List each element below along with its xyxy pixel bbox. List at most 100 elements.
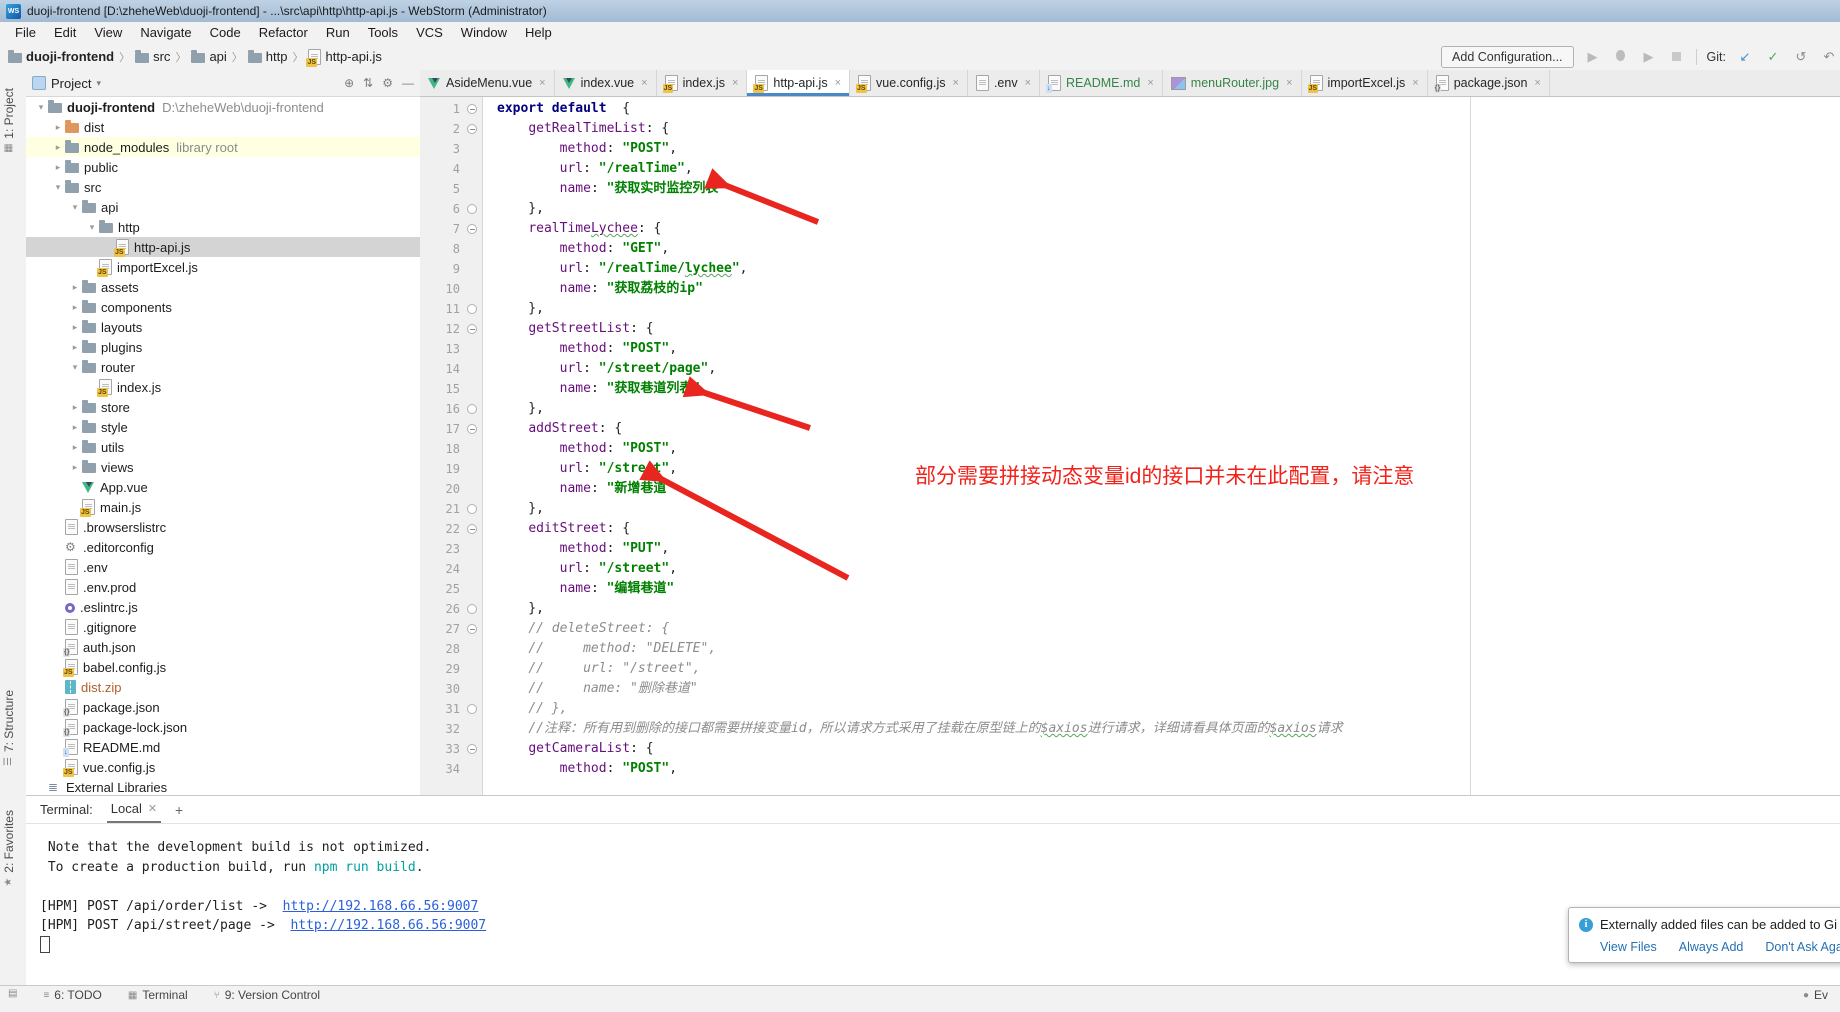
tool-stripe-structure[interactable]: ☰ 7: Structure — [2, 690, 16, 767]
tree-item-external-libraries[interactable]: ≣External Libraries — [26, 777, 420, 796]
notification-action-don-t-ask-agai[interactable]: Don't Ask Agai — [1765, 940, 1840, 954]
toolwindow-switcher-icon[interactable]: ▤ — [8, 988, 17, 999]
tree-chevron-icon[interactable]: ▸ — [68, 282, 82, 293]
tree-item-browserslistrc[interactable]: .browserslistrc — [26, 517, 420, 537]
tool-stripe-favorites[interactable]: ★ 2: Favorites — [2, 810, 16, 888]
tree-item-http-api-js[interactable]: http-api.js — [26, 237, 420, 257]
tree-item-views[interactable]: ▸views — [26, 457, 420, 477]
tree-item-package-json[interactable]: package.json — [26, 697, 420, 717]
event-log-item[interactable]: ● Ev — [1803, 988, 1832, 1002]
tab-close-icon[interactable]: × — [732, 77, 738, 89]
tree-chevron-icon[interactable]: ▸ — [68, 322, 82, 333]
fold-marker-icon[interactable] — [467, 604, 477, 614]
tree-chevron-icon[interactable]: ▸ — [68, 422, 82, 433]
tree-chevron-icon[interactable]: ▸ — [68, 302, 82, 313]
fold-marker-icon[interactable] — [467, 624, 477, 634]
status-item-9-version-control[interactable]: ⑂9: Version Control — [214, 988, 320, 1002]
tree-chevron-icon[interactable]: ▾ — [68, 362, 82, 373]
tree-item-vue-config-js[interactable]: vue.config.js — [26, 757, 420, 777]
menu-refactor[interactable]: Refactor — [250, 23, 317, 42]
git-revert-icon[interactable]: ↶ — [1820, 49, 1838, 65]
tree-item-index-js[interactable]: index.js — [26, 377, 420, 397]
tree-item-src[interactable]: ▾src — [26, 177, 420, 197]
tree-item-readme-md[interactable]: README.md — [26, 737, 420, 757]
tab-close-icon[interactable]: × — [1412, 77, 1418, 89]
fold-marker-icon[interactable] — [467, 744, 477, 754]
terminal-tab-local[interactable]: Local ✕ — [107, 796, 161, 823]
tree-item-layouts[interactable]: ▸layouts — [26, 317, 420, 337]
breadcrumb-item-http[interactable]: http — [248, 49, 288, 64]
tab-close-icon[interactable]: × — [1286, 77, 1292, 89]
tree-item-plugins[interactable]: ▸plugins — [26, 337, 420, 357]
tree-item-dist-zip[interactable]: dist.zip — [26, 677, 420, 697]
tree-item-components[interactable]: ▸components — [26, 297, 420, 317]
tab-importexcel-js[interactable]: importExcel.js× — [1302, 70, 1428, 96]
tree-chevron-icon[interactable]: ▸ — [68, 462, 82, 473]
fold-marker-icon[interactable] — [467, 304, 477, 314]
git-commit-icon[interactable]: ✓ — [1764, 49, 1782, 65]
tab-close-icon[interactable]: × — [539, 77, 545, 89]
menu-run[interactable]: Run — [317, 23, 359, 42]
tree-item-main-js[interactable]: main.js — [26, 497, 420, 517]
tree-chevron-icon[interactable]: ▸ — [68, 342, 82, 353]
tab-env[interactable]: .env× — [968, 70, 1040, 96]
fold-marker-icon[interactable] — [467, 324, 477, 334]
menu-navigate[interactable]: Navigate — [131, 23, 200, 42]
tab-asidemenu-vue[interactable]: AsideMenu.vue× — [420, 70, 555, 96]
tab-index-js[interactable]: index.js× — [657, 70, 748, 96]
menu-tools[interactable]: Tools — [359, 23, 407, 42]
tree-item-duoji-frontend[interactable]: ▾duoji-frontendD:\zheheWeb\duoji-fronten… — [26, 97, 420, 117]
tree-item-env-prod[interactable]: .env.prod — [26, 577, 420, 597]
menu-file[interactable]: File — [6, 23, 45, 42]
tree-chevron-icon[interactable]: ▾ — [34, 102, 48, 113]
notification-action-view-files[interactable]: View Files — [1600, 940, 1657, 954]
debug-icon[interactable] — [1612, 49, 1630, 64]
fold-marker-icon[interactable] — [467, 204, 477, 214]
terminal-tab-close-icon[interactable]: ✕ — [148, 802, 157, 815]
status-item-6-todo[interactable]: ≡6: TODO — [43, 988, 101, 1002]
tree-item-eslintrc-js[interactable]: .eslintrc.js — [26, 597, 420, 617]
tree-chevron-icon[interactable]: ▾ — [51, 182, 65, 193]
tree-chevron-icon[interactable]: ▸ — [51, 122, 65, 133]
tab-close-icon[interactable]: × — [835, 77, 841, 89]
tree-item-gitignore[interactable]: .gitignore — [26, 617, 420, 637]
project-panel-title[interactable]: Project — [51, 76, 91, 91]
hide-panel-icon[interactable]: — — [402, 76, 414, 90]
add-configuration-button[interactable]: Add Configuration... — [1441, 46, 1574, 68]
tab-close-icon[interactable]: × — [953, 77, 959, 89]
tree-item-importexcel-js[interactable]: importExcel.js — [26, 257, 420, 277]
tree-item-public[interactable]: ▸public — [26, 157, 420, 177]
tree-chevron-icon[interactable]: ▸ — [51, 162, 65, 173]
fold-marker-icon[interactable] — [467, 504, 477, 514]
tree-settings-icon[interactable]: ⚙ — [382, 76, 393, 90]
tree-chevron-icon[interactable]: ▾ — [85, 222, 99, 233]
tree-chevron-icon[interactable]: ▸ — [68, 442, 82, 453]
fold-marker-icon[interactable] — [467, 124, 477, 134]
tree-chevron-icon[interactable]: ▸ — [68, 402, 82, 413]
tree-item-package-lock-json[interactable]: package-lock.json — [26, 717, 420, 737]
tab-close-icon[interactable]: × — [1147, 77, 1153, 89]
code-lines[interactable]: export default { getRealTimeList: { meth… — [497, 99, 1840, 779]
fold-marker-icon[interactable] — [467, 424, 477, 434]
menu-view[interactable]: View — [85, 23, 131, 42]
code-editor[interactable]: 1234567891011121314151617181920212223242… — [420, 97, 1840, 796]
tree-item-auth-json[interactable]: auth.json — [26, 637, 420, 657]
run-icon[interactable]: ▶ — [1584, 49, 1602, 65]
tree-item-app-vue[interactable]: App.vue — [26, 477, 420, 497]
project-view-dropdown-icon[interactable]: ▾ — [96, 78, 101, 89]
tab-package-json[interactable]: package.json× — [1428, 70, 1550, 96]
tree-item-node-modules[interactable]: ▸node_moduleslibrary root — [26, 137, 420, 157]
tree-item-editorconfig[interactable]: ⚙.editorconfig — [26, 537, 420, 557]
fold-marker-icon[interactable] — [467, 104, 477, 114]
tree-chevron-icon[interactable]: ▾ — [68, 202, 82, 213]
tab-close-icon[interactable]: × — [1534, 77, 1540, 89]
breadcrumb-item-http-api-js[interactable]: http-api.js — [308, 49, 381, 65]
breadcrumb-item-duoji-frontend[interactable]: duoji-frontend — [8, 49, 114, 64]
tree-item-store[interactable]: ▸store — [26, 397, 420, 417]
menu-code[interactable]: Code — [201, 23, 250, 42]
fold-marker-icon[interactable] — [467, 224, 477, 234]
git-history-icon[interactable]: ↺ — [1792, 49, 1810, 65]
tree-chevron-icon[interactable]: ▸ — [51, 142, 65, 153]
menu-vcs[interactable]: VCS — [407, 23, 452, 42]
terminal-link[interactable]: http://192.168.66.56:9007 — [283, 899, 479, 914]
